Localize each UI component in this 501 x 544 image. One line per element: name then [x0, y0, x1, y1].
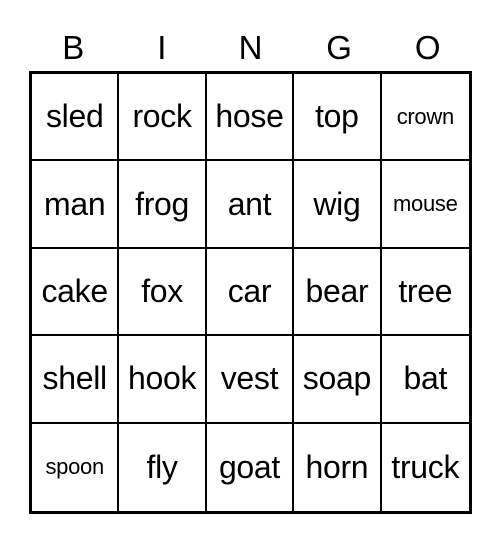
bingo-cell[interactable]: bear	[294, 248, 382, 337]
bingo-cell[interactable]: cake	[32, 248, 120, 337]
bingo-cell[interactable]: hose	[206, 74, 295, 162]
bingo-cell[interactable]: vest	[206, 336, 295, 424]
header-letter-i: I	[157, 29, 167, 66]
bingo-header: B I N G O	[29, 28, 472, 68]
bingo-cell[interactable]: hook	[119, 336, 207, 424]
bingo-cell[interactable]: rock	[119, 74, 207, 162]
bingo-cell[interactable]: mouse	[381, 161, 469, 249]
bingo-cell[interactable]: crown	[381, 74, 469, 162]
header-letter-o: O	[414, 29, 441, 66]
bingo-cell[interactable]: bat	[381, 336, 469, 424]
bingo-cell[interactable]: soap	[294, 336, 382, 424]
bingo-cell[interactable]: shell	[32, 336, 120, 424]
header-letter-g: G	[326, 29, 352, 66]
bingo-cell[interactable]: wig	[294, 161, 382, 249]
bingo-cell[interactable]: man	[32, 161, 120, 249]
bingo-cell[interactable]: horn	[294, 423, 382, 511]
bingo-cell[interactable]: goat	[207, 423, 295, 511]
bingo-cell[interactable]: ant	[206, 161, 295, 249]
header-letter-n: N	[238, 29, 263, 66]
bingo-card-grid: sled rock hose top crown man frog ant wig mouse ca…	[29, 71, 472, 514]
bingo-cell[interactable]: tree	[381, 249, 469, 337]
bingo-cell[interactable]: spoon	[32, 423, 120, 511]
bingo-cell[interactable]: fox	[119, 248, 207, 337]
bingo-cell[interactable]: truck	[382, 424, 469, 511]
header-letter-b: B	[62, 29, 85, 66]
bingo-cell[interactable]: car	[206, 248, 295, 337]
bingo-cell[interactable]: sled	[32, 74, 120, 162]
bingo-cell[interactable]: frog	[119, 161, 207, 249]
bingo-cell[interactable]: top	[294, 74, 382, 162]
bingo-cell[interactable]: fly	[119, 423, 207, 511]
